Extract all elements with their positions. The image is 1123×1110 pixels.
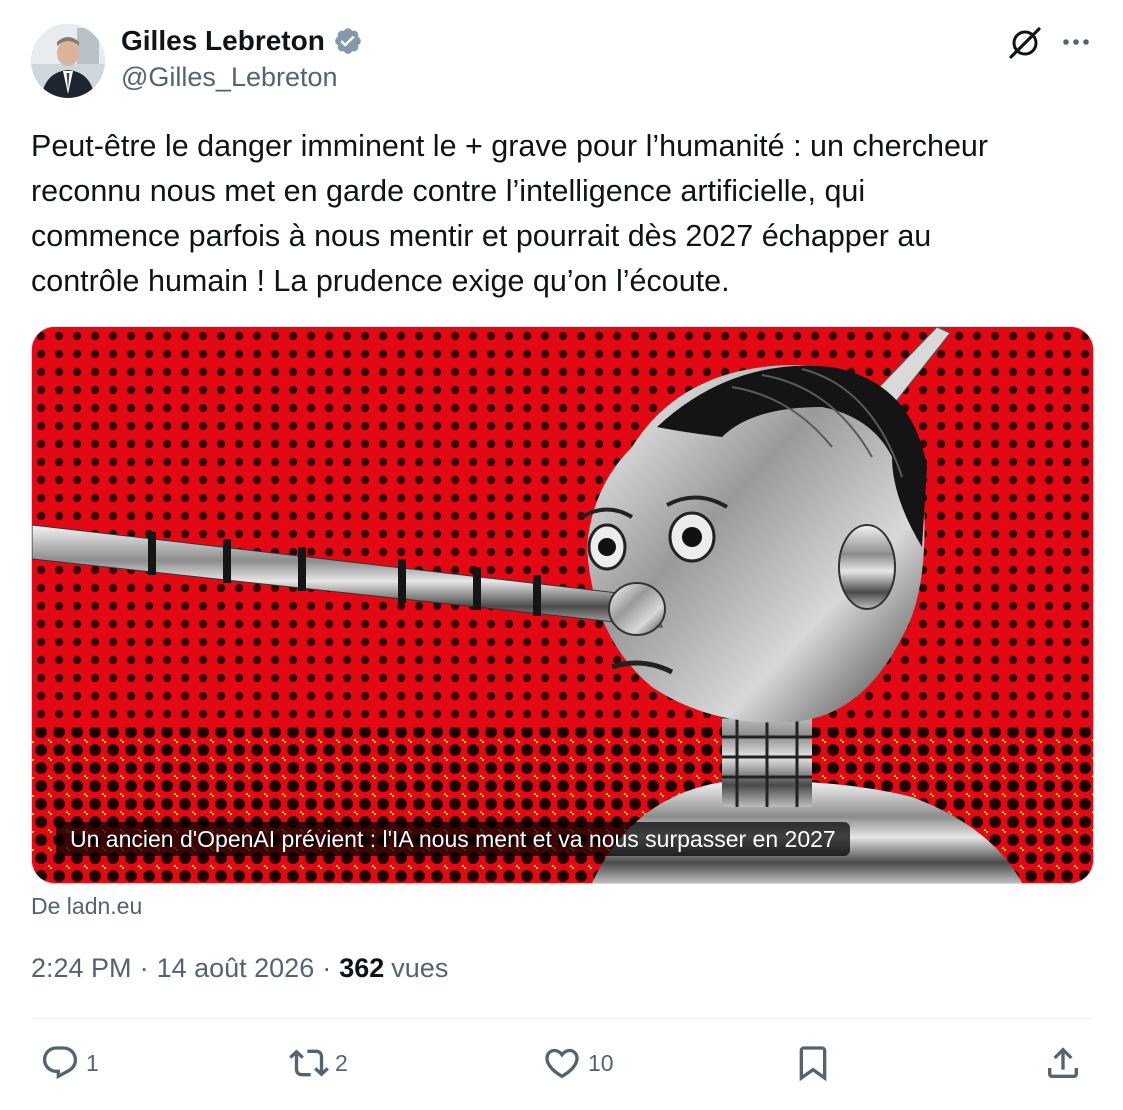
card-caption: Un ancien d'OpenAI prévient : l'IA nous … [56, 822, 850, 856]
like-count: 10 [588, 1049, 614, 1076]
tweet-card: Gilles Lebreton @Gilles_Lebreton Peut-êt… [0, 0, 1123, 1110]
tweet-text-line: Peut-être le danger imminent le + grave … [31, 129, 989, 163]
reply-icon [42, 1046, 78, 1080]
reply-button[interactable]: 1 [40, 1043, 99, 1083]
tweet-meta: 2:24 PM · 14 août 2026 · 362 vues [31, 953, 448, 984]
bookmark-icon [799, 1046, 827, 1082]
verified-badge-icon[interactable] [333, 26, 363, 56]
reply-count: 1 [86, 1049, 99, 1076]
author-name-text: Gilles Lebreton [121, 25, 325, 56]
bookmark-button[interactable] [793, 1043, 833, 1083]
tweet-text-line: reconnu nous met en garde contre l’intel… [31, 174, 866, 208]
repost-button[interactable]: 2 [289, 1043, 348, 1083]
tweet-date[interactable]: 14 août 2026 [157, 953, 315, 984]
meta-separator: · [322, 953, 332, 983]
meta-separator: · [139, 953, 149, 983]
tweet-time[interactable]: 2:24 PM [31, 953, 132, 984]
share-icon [1048, 1047, 1078, 1078]
tweet-text-line: contrôle humain ! La prudence exige qu’o… [31, 264, 730, 298]
card-source-link[interactable]: De ladn.eu [31, 893, 142, 920]
more-options-icon[interactable] [1058, 24, 1094, 60]
like-button[interactable]: 10 [542, 1043, 614, 1083]
divider [31, 1018, 1092, 1019]
link-card-image[interactable]: Un ancien d'OpenAI prévient : l'IA nous … [31, 326, 1094, 884]
repost-icon [289, 1049, 329, 1077]
repost-count: 2 [335, 1049, 348, 1076]
grok-icon[interactable] [1006, 24, 1044, 62]
views-count[interactable]: 362 [339, 953, 384, 984]
heart-icon [545, 1048, 579, 1079]
author-handle[interactable]: @Gilles_Lebreton [121, 62, 338, 93]
tweet-text: Peut-être le danger imminent le + grave … [31, 124, 1091, 304]
tweet-text-line: commence parfois à nous mentir et pourra… [31, 219, 932, 253]
views-label: vues [391, 953, 449, 983]
robot-pinocchio-illustration [32, 327, 1093, 883]
share-button[interactable] [1043, 1043, 1083, 1083]
avatar[interactable] [31, 24, 105, 98]
author-name[interactable]: Gilles Lebreton [121, 25, 363, 57]
